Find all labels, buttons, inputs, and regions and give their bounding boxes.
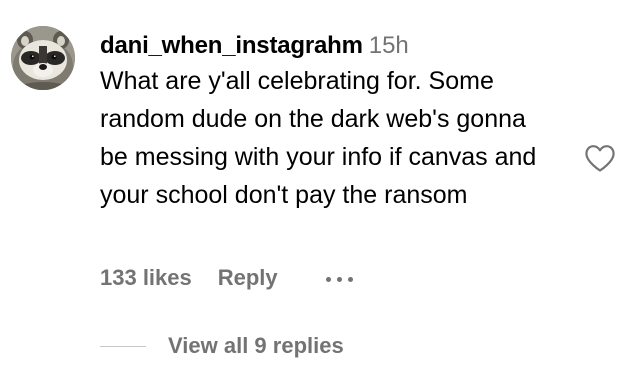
- timestamp: 15h: [368, 32, 409, 59]
- view-replies-button[interactable]: View all 9 replies: [168, 333, 344, 359]
- comment-text: What are y'all celebrating for. Some ran…: [100, 67, 537, 209]
- comment-header: dani_when_instagrahm 15h: [100, 30, 570, 62]
- replies-divider: [100, 345, 146, 347]
- more-options-icon[interactable]: [325, 275, 353, 282]
- comment-body: dani_when_instagrahm 15h What are y'all c…: [100, 30, 570, 214]
- likes-count[interactable]: 133 likes: [100, 265, 192, 291]
- reply-button[interactable]: Reply: [218, 265, 278, 291]
- heart-outline-icon: [585, 145, 615, 172]
- comment: dani_when_instagrahm 15h What are y'all c…: [0, 0, 630, 382]
- dot: [325, 276, 331, 282]
- raccoon-avatar-icon: [11, 26, 75, 90]
- dot: [347, 276, 353, 282]
- view-replies-row: View all 9 replies: [100, 330, 344, 362]
- dot: [336, 276, 342, 282]
- username[interactable]: dani_when_instagrahm: [100, 32, 363, 59]
- like-button[interactable]: [584, 143, 616, 173]
- avatar[interactable]: [11, 26, 75, 90]
- comment-actions: 133 likes Reply: [100, 262, 353, 294]
